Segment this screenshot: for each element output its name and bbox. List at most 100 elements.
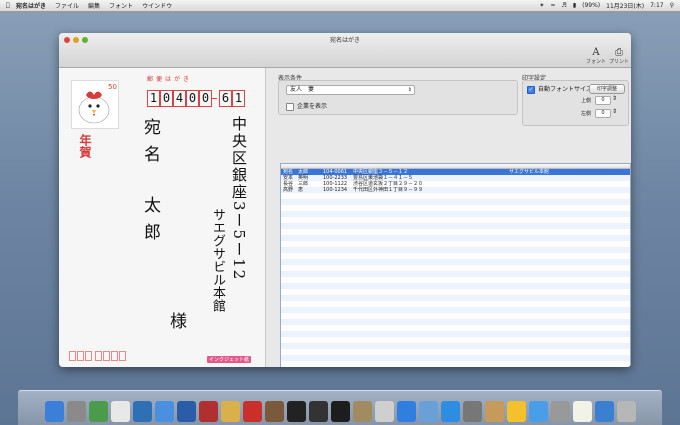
print-group-box: ✓ 自動フォントサイズ 印字調整 上側 0 ⇕ 左側 0 ⇕ <box>522 80 629 126</box>
print-toolbar-button[interactable]: ⎙ プリント <box>608 47 630 65</box>
stamp: 50 <box>71 80 119 129</box>
font-toolbar-label: フォント <box>585 59 606 65</box>
recipient-address: 中央区銀座3ー5ー12 <box>230 116 248 282</box>
top-offset-input[interactable]: 0 <box>595 96 611 105</box>
dock-script-editor-icon[interactable] <box>374 401 394 422</box>
dock-finder-icon[interactable] <box>44 401 64 422</box>
dock-preview-icon[interactable] <box>88 401 108 422</box>
menu-extras: ✶ ≈ ♬ ▮ (99%) 11月23日(木) 7:17 ⚲ <box>539 1 674 10</box>
stamp-value: 50 <box>108 83 117 91</box>
top-stepper[interactable]: ⇕ <box>612 95 617 102</box>
sender-zip-box <box>85 351 92 361</box>
dock-finder-window-icon[interactable] <box>418 401 438 422</box>
dock-itunes-icon[interactable] <box>440 401 460 422</box>
dock-trash-icon[interactable] <box>616 401 636 422</box>
dock-download-icon[interactable] <box>594 401 614 422</box>
dock-adium-icon[interactable] <box>506 401 526 422</box>
dock-notes-icon[interactable] <box>572 401 592 422</box>
font-toolbar-button[interactable]: A フォント <box>585 47 607 65</box>
dock-terminal-icon[interactable] <box>286 401 306 422</box>
address-table[interactable]: 宛名 太郎 104-0061 中央区銀座３－５－１２ サエグサビル本館 安本 英明 100… <box>280 163 631 367</box>
dock-keychain-icon[interactable] <box>550 401 570 422</box>
auto-font-checkbox[interactable]: ✓ 自動フォントサイズ <box>527 84 592 94</box>
zip-digit-box: 1 <box>232 90 245 107</box>
show-company-label: 企業を表示 <box>297 103 328 110</box>
new-year-mark: 年賀 <box>78 134 92 158</box>
menu-bar:  宛名はがき ファイル 編集 フォント ウインドウ ✶ ≈ ♬ ▮ (99%)… <box>0 0 680 12</box>
show-company-checkbox[interactable]: 企業を表示 <box>286 101 327 111</box>
window-title: 宛名はがき <box>329 37 360 44</box>
sender-zip-box <box>77 351 84 361</box>
menu-app-name[interactable]: 宛名はがき <box>16 1 46 10</box>
table-body: 宛名 太郎 104-0061 中央区銀座３－５－１２ サエグサビル本館 安本 英明 100… <box>281 169 630 367</box>
left-offset-input[interactable]: 0 <box>595 109 611 118</box>
dock-app-store-icon[interactable] <box>396 401 416 422</box>
dock-system-preferences-icon[interactable] <box>66 401 86 422</box>
print-adjust-button[interactable]: 印字調整 <box>589 84 625 94</box>
apple-menu-icon[interactable]:  <box>6 2 16 9</box>
display-group-box: 友人 妻 ⇕ 企業を表示 <box>278 80 518 115</box>
dock-archive-icon[interactable] <box>352 401 372 422</box>
dock-activity-monitor-icon[interactable] <box>330 401 350 422</box>
zip-digit-box: 0 <box>186 90 199 107</box>
dock-xcode-icon[interactable] <box>176 401 196 422</box>
inkjet-badge: インクジェット紙 <box>207 356 252 363</box>
volume-icon[interactable]: ♬ <box>561 2 566 9</box>
dock-photo-icon[interactable] <box>484 401 504 422</box>
bluetooth-icon[interactable]: ✶ <box>539 2 544 9</box>
postcard-preview: 郵便はがき 50 年賀 1040061 宛名 太郎 様 中央区銀座3ー5ー12 … <box>59 68 266 367</box>
recipient-building: サエグサビル本館 <box>210 208 225 312</box>
sender-zip-box <box>119 351 126 361</box>
sender-zip-box <box>111 351 118 361</box>
auto-font-label: 自動フォントサイズ <box>538 86 592 93</box>
sender-zip-box <box>103 351 110 361</box>
print-toolbar-label: プリント <box>608 59 629 65</box>
dock-textedit-icon[interactable] <box>110 401 130 422</box>
sender-zip-box <box>95 351 102 361</box>
zip-digit-box: 0 <box>160 90 173 107</box>
battery-percent[interactable]: (99%) <box>582 2 600 9</box>
filter-select[interactable]: 友人 妻 ⇕ <box>286 85 415 95</box>
dock-mail-icon[interactable] <box>132 401 152 422</box>
dock-safari-icon[interactable] <box>154 401 174 422</box>
printer-icon: ⎙ <box>615 47 623 58</box>
spotlight-icon[interactable]: ⚲ <box>670 2 674 9</box>
title-bar: 宛名はがき A フォント ⎙ プリント <box>59 33 631 68</box>
sender-zip-box <box>69 351 76 361</box>
zip-separator <box>211 98 217 99</box>
dock <box>18 390 662 425</box>
filter-value: 友人 妻 <box>290 86 315 93</box>
dock-console-icon[interactable] <box>308 401 328 422</box>
menu-time[interactable]: 7:17 <box>650 2 663 9</box>
dock-sketchbook-icon[interactable] <box>198 401 218 422</box>
postcard-header: 郵便はがき <box>147 76 193 83</box>
menu-file[interactable]: ファイル <box>55 1 79 10</box>
zip-digit-box: 6 <box>219 90 232 107</box>
popup-arrows-icon: ⇕ <box>407 87 412 93</box>
dock-airport-icon[interactable] <box>528 401 548 422</box>
zip-digit-box: 4 <box>173 90 186 107</box>
menu-edit[interactable]: 編集 <box>88 1 100 10</box>
main-window: 宛名はがき A フォント ⎙ プリント 郵便はがき 50 年賀 1040061 … <box>59 33 631 367</box>
auto-font-check-icon: ✓ <box>527 85 535 94</box>
honorific: 様 <box>166 312 186 329</box>
left-label: 左側 <box>581 111 592 117</box>
left-stepper[interactable]: ⇕ <box>612 108 617 115</box>
dock-calendar-icon[interactable] <box>242 401 262 422</box>
dock-ichitaro-icon[interactable] <box>220 401 240 422</box>
menu-date[interactable]: 11月23日(木) <box>606 1 644 10</box>
sender-zip-boxes <box>69 351 126 361</box>
wifi-icon[interactable]: ≈ <box>550 2 555 9</box>
menu-window[interactable]: ウインドウ <box>142 1 172 10</box>
zip-digit-box: 1 <box>147 90 160 107</box>
show-company-check-icon <box>286 102 294 111</box>
recipient-given-name: 太郎 <box>140 196 160 250</box>
battery-icon[interactable]: ▮ <box>573 2 576 9</box>
top-label: 上側 <box>581 98 592 104</box>
dock-gimp-icon[interactable] <box>264 401 284 422</box>
menu-font[interactable]: フォント <box>109 1 133 10</box>
settings-panel: 表示条件 友人 妻 ⇕ 企業を表示 印字設定 ✓ 自動フォントサイズ 印字調整 上… <box>266 68 631 367</box>
recipient-family-name: 宛名 <box>140 118 160 172</box>
font-icon: A <box>592 47 600 58</box>
dock-utility-icon[interactable] <box>462 401 482 422</box>
